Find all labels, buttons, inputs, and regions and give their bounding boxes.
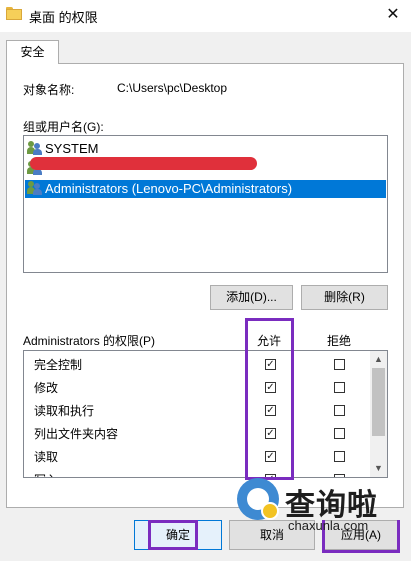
permission-name: 读取	[34, 450, 59, 464]
deny-checkbox[interactable]	[334, 474, 345, 477]
list-item[interactable]: SYSTEM	[27, 140, 98, 158]
deny-checkbox[interactable]	[334, 405, 345, 416]
deny-checkbox[interactable]	[334, 428, 345, 439]
scroll-thumb[interactable]	[372, 368, 385, 436]
deny-checkbox[interactable]	[334, 382, 345, 393]
users-icon	[27, 141, 43, 155]
permission-name: 修改	[34, 381, 59, 395]
allow-column-highlight	[245, 318, 294, 480]
table-row: 修改 ✓	[24, 377, 369, 399]
deny-checkbox[interactable]	[334, 359, 345, 370]
title-bar: 桌面 的权限 ✕	[0, 0, 411, 32]
table-row: 列出文件夹内容 ✓	[24, 423, 369, 445]
ok-button-highlight	[148, 520, 198, 550]
users-icon	[27, 181, 43, 195]
watermark-site: chaxunla.com	[288, 518, 369, 533]
deny-checkbox[interactable]	[334, 451, 345, 462]
watermark-logo-icon	[237, 478, 279, 520]
table-row: 写入 ✓	[24, 469, 369, 477]
object-name-value: C:\Users\pc\Desktop	[117, 81, 228, 95]
groups-list[interactable]: SYSTEM Administrators (Lenovo-PC\Adminis…	[23, 135, 388, 273]
table-row: 读取 ✓	[24, 446, 369, 468]
list-item-label: Administrators (Lenovo-PC\Administrators…	[45, 181, 293, 196]
permissions-table: 完全控制 ✓ 修改 ✓ 读取和执行 ✓ 列出文件夹内容 ✓ 读取 ✓ 写入 ✓	[23, 350, 388, 478]
object-name-label: 对象名称:	[23, 83, 75, 97]
tab-security[interactable]: 安全	[6, 40, 59, 64]
scroll-up-icon[interactable]: ▲	[370, 351, 387, 368]
table-row: 完全控制 ✓	[24, 354, 369, 376]
permission-name: 列出文件夹内容	[34, 427, 119, 441]
add-button[interactable]: 添加(D)...	[210, 285, 293, 310]
list-item-selected[interactable]: Administrators (Lenovo-PC\Administrators…	[25, 180, 386, 198]
permission-name: 读取和执行	[34, 404, 95, 418]
window-title: 桌面 的权限	[29, 10, 98, 25]
remove-button[interactable]: 删除(R)	[301, 285, 388, 310]
close-button[interactable]: ✕	[380, 4, 406, 26]
folder-icon	[6, 7, 22, 20]
permission-name: 完全控制	[34, 358, 83, 372]
permission-name: 写入	[34, 469, 58, 477]
permissions-label: Administrators 的权限(P)	[23, 334, 156, 348]
scroll-down-icon[interactable]: ▼	[370, 460, 387, 477]
redaction-mark	[30, 157, 257, 170]
list-item-label: SYSTEM	[45, 141, 99, 156]
groups-label: 组或用户名(G):	[23, 120, 104, 134]
table-row: 读取和执行 ✓	[24, 400, 369, 422]
deny-header: 拒绝	[327, 334, 352, 348]
